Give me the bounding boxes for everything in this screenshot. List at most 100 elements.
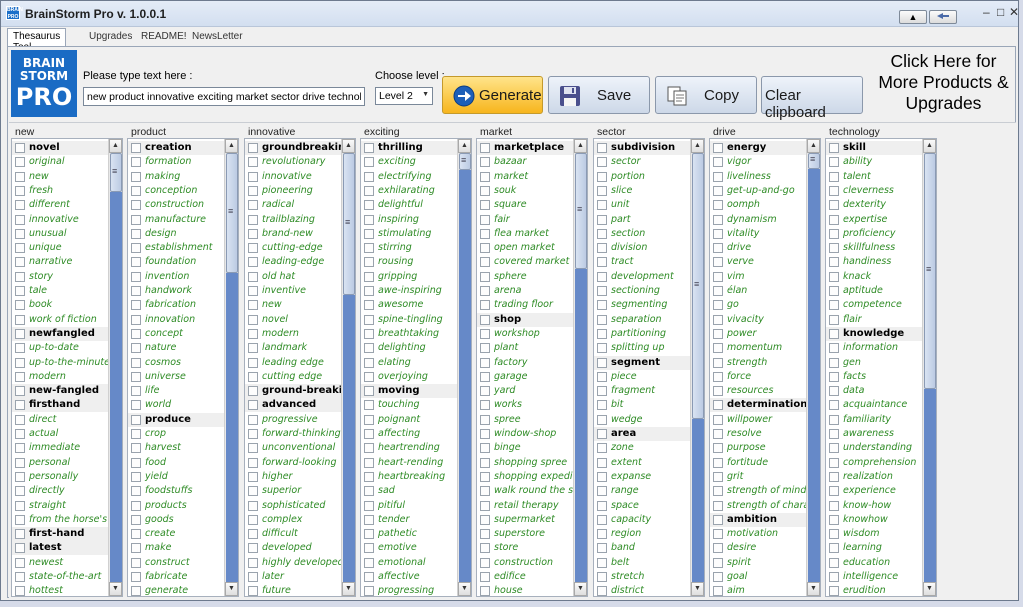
list-item[interactable]: store bbox=[477, 541, 574, 555]
list-item[interactable]: concept bbox=[128, 327, 225, 341]
item-checkbox[interactable] bbox=[480, 314, 490, 325]
item-checkbox[interactable] bbox=[131, 529, 141, 540]
text-input[interactable] bbox=[83, 87, 365, 106]
item-checkbox[interactable] bbox=[597, 586, 607, 596]
item-checkbox[interactable] bbox=[15, 400, 25, 411]
item-checkbox[interactable] bbox=[480, 543, 490, 554]
list-item[interactable]: newfangled bbox=[12, 326, 109, 341]
list-item[interactable]: shopping expedition bbox=[477, 470, 574, 484]
item-checkbox[interactable] bbox=[15, 257, 25, 268]
item-checkbox[interactable] bbox=[364, 143, 374, 153]
item-checkbox[interactable] bbox=[248, 543, 258, 554]
list-item[interactable]: expanse bbox=[594, 470, 691, 484]
item-checkbox[interactable] bbox=[597, 457, 607, 468]
item-checkbox[interactable] bbox=[248, 557, 258, 568]
list-item[interactable]: old hat bbox=[245, 270, 342, 284]
level-dropdown[interactable]: Level 2 ▼ bbox=[375, 87, 433, 105]
item-checkbox[interactable] bbox=[480, 143, 490, 153]
item-checkbox[interactable] bbox=[597, 443, 607, 454]
item-checkbox[interactable] bbox=[131, 457, 141, 468]
item-checkbox[interactable] bbox=[15, 286, 25, 296]
list-item[interactable]: crop bbox=[128, 427, 225, 441]
item-checkbox[interactable] bbox=[597, 514, 607, 525]
item-checkbox[interactable] bbox=[597, 529, 607, 540]
list-item[interactable]: retail therapy bbox=[477, 499, 574, 513]
item-checkbox[interactable] bbox=[131, 257, 141, 268]
item-checkbox[interactable] bbox=[713, 429, 723, 439]
list-item[interactable]: higher bbox=[245, 470, 342, 484]
list-item[interactable]: handiness bbox=[826, 255, 923, 269]
list-item[interactable]: innovative bbox=[12, 213, 109, 227]
item-checkbox[interactable] bbox=[364, 572, 374, 582]
list-item[interactable]: flea market bbox=[477, 227, 574, 241]
item-checkbox[interactable] bbox=[829, 286, 839, 296]
item-checkbox[interactable] bbox=[713, 414, 723, 425]
list-item[interactable]: zone bbox=[594, 441, 691, 455]
list-item[interactable]: work of fiction bbox=[12, 313, 109, 327]
item-checkbox[interactable] bbox=[597, 543, 607, 554]
list-item[interactable]: segmenting bbox=[594, 298, 691, 312]
item-checkbox[interactable] bbox=[364, 457, 374, 468]
list-item[interactable]: inspiring bbox=[361, 213, 458, 227]
list-item[interactable]: hottest bbox=[12, 584, 109, 596]
list-item[interactable]: vivacity bbox=[710, 313, 807, 327]
list-item[interactable]: gen bbox=[826, 356, 923, 370]
list-item[interactable]: power bbox=[710, 327, 807, 341]
item-checkbox[interactable] bbox=[480, 529, 490, 540]
list-item[interactable]: brand-new bbox=[245, 227, 342, 241]
tab-newsletter[interactable]: NewsLetter bbox=[187, 29, 248, 46]
tab-thesaurus-tool[interactable]: Thesaurus Tool bbox=[7, 28, 67, 53]
list-item[interactable]: groundbreaking bbox=[245, 141, 342, 155]
item-checkbox[interactable] bbox=[713, 314, 723, 325]
scroll-track[interactable] bbox=[459, 170, 471, 582]
list-item[interactable]: pitiful bbox=[361, 499, 458, 513]
item-checkbox[interactable] bbox=[364, 557, 374, 568]
list-item[interactable]: handwork bbox=[128, 284, 225, 298]
item-checkbox[interactable] bbox=[597, 429, 607, 439]
item-checkbox[interactable] bbox=[597, 300, 607, 311]
list-item[interactable]: flair bbox=[826, 313, 923, 327]
item-checkbox[interactable] bbox=[480, 271, 490, 282]
scroll-up-icon[interactable]: ▲ bbox=[574, 139, 587, 153]
list-item[interactable]: latest bbox=[12, 541, 109, 556]
list-item[interactable]: skill bbox=[826, 141, 923, 155]
list-item[interactable]: touching bbox=[361, 398, 458, 412]
item-checkbox[interactable] bbox=[248, 572, 258, 582]
item-checkbox[interactable] bbox=[248, 457, 258, 468]
item-checkbox[interactable] bbox=[713, 557, 723, 568]
list-item[interactable]: covered market bbox=[477, 255, 574, 269]
item-checkbox[interactable] bbox=[480, 500, 490, 511]
list-item[interactable]: élan bbox=[710, 284, 807, 298]
item-checkbox[interactable] bbox=[597, 486, 607, 497]
list-item[interactable]: edifice bbox=[477, 570, 574, 584]
list-item[interactable]: plant bbox=[477, 341, 574, 355]
item-checkbox[interactable] bbox=[131, 386, 141, 397]
item-checkbox[interactable] bbox=[480, 443, 490, 454]
list-item[interactable]: state-of-the-art bbox=[12, 570, 109, 584]
item-checkbox[interactable] bbox=[364, 257, 374, 268]
item-checkbox[interactable] bbox=[597, 414, 607, 425]
list-item[interactable]: up-to-the-minute bbox=[12, 356, 109, 370]
scroll-thumb[interactable] bbox=[808, 153, 820, 169]
list-item[interactable]: modern bbox=[245, 327, 342, 341]
item-checkbox[interactable] bbox=[15, 343, 25, 354]
item-checkbox[interactable] bbox=[480, 157, 490, 168]
list-item[interactable]: awesome bbox=[361, 298, 458, 312]
list-item[interactable]: arena bbox=[477, 284, 574, 298]
item-checkbox[interactable] bbox=[15, 529, 25, 540]
item-checkbox[interactable] bbox=[131, 243, 141, 254]
item-checkbox[interactable] bbox=[364, 486, 374, 497]
scroll-thumb[interactable] bbox=[226, 153, 238, 273]
list-item[interactable]: heartbreaking bbox=[361, 470, 458, 484]
item-checkbox[interactable] bbox=[131, 543, 141, 554]
scrollbar[interactable]: ▲▼ bbox=[922, 139, 936, 596]
list-item[interactable]: breathtaking bbox=[361, 327, 458, 341]
list-item[interactable]: cutting-edge bbox=[245, 241, 342, 255]
list-item[interactable]: supermarket bbox=[477, 513, 574, 527]
item-checkbox[interactable] bbox=[480, 572, 490, 582]
item-checkbox[interactable] bbox=[131, 286, 141, 296]
list-item[interactable]: partitioning bbox=[594, 327, 691, 341]
item-checkbox[interactable] bbox=[131, 271, 141, 282]
item-checkbox[interactable] bbox=[131, 214, 141, 225]
item-checkbox[interactable] bbox=[15, 357, 25, 368]
